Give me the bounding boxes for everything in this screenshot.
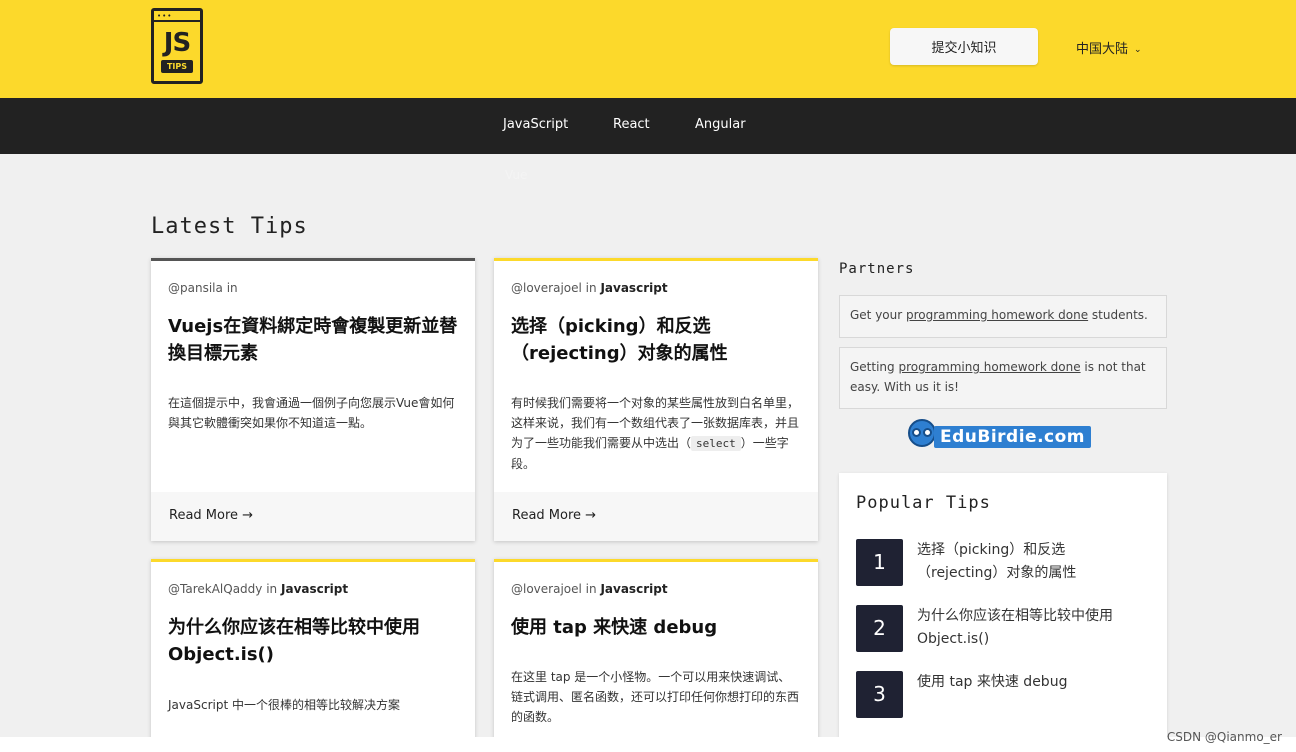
region-selector[interactable]: 中国大陆 ⌄ xyxy=(1076,38,1142,57)
popular-tips-heading: Popular Tips xyxy=(856,493,991,513)
nav-item-vue-faded: Vue xyxy=(505,168,528,182)
card-description: 在這個提示中，我會通過一個例子向您展示Vue會如何與其它軟體衝突如果你不知道這一… xyxy=(168,396,455,430)
main-nav: JavaScript React Angular xyxy=(0,98,1296,154)
author-handle[interactable]: @loverajoel xyxy=(511,582,582,596)
card-category[interactable]: Javascript xyxy=(600,582,667,596)
bottom-strip xyxy=(0,737,1296,752)
card-description: 在这里 tap 是一个小怪物。一个可以用来快速调试、链式调用、匿名函数，还可以打… xyxy=(511,670,800,724)
popular-tip-title[interactable]: 选择（picking）和反选（rejecting）对象的属性 xyxy=(917,539,1147,585)
popular-tip-title[interactable]: 为什么你应该在相等比较中使用 Object.is() xyxy=(917,605,1147,651)
logo-window-bar xyxy=(154,20,200,22)
logo-window-dots: ••• xyxy=(157,12,173,20)
tip-card: @loverajoel in Javascript 使用 tap 来快速 deb… xyxy=(494,559,818,737)
partner-link[interactable]: programming homework done xyxy=(906,308,1088,322)
card-footer: Read More → xyxy=(494,492,818,541)
js-tips-logo[interactable]: ••• JS TIPS xyxy=(151,8,203,84)
partners-heading: Partners xyxy=(839,261,915,277)
csdn-watermark: CSDN @Qianmo_er xyxy=(1166,730,1282,744)
nav-item-javascript[interactable]: JavaScript xyxy=(503,117,568,132)
card-description: JavaScript 中一个很棒的相等比较解决方案 xyxy=(168,698,400,712)
card-title[interactable]: 选择（picking）和反选（rejecting）对象的属性 xyxy=(511,313,801,367)
read-more-link[interactable]: Read More → xyxy=(169,508,253,523)
popular-tip-number: 2 xyxy=(856,605,903,652)
partner-link[interactable]: programming homework done xyxy=(898,360,1080,374)
nav-item-react[interactable]: React xyxy=(613,117,650,132)
read-more-link[interactable]: Read More → xyxy=(512,508,596,523)
tip-card: @pansila in Vuejs在資料綁定時會複製更新並替換目標元素 在這個提… xyxy=(151,258,475,541)
card-author: @loverajoel in Javascript xyxy=(511,582,668,596)
card-category[interactable]: Javascript xyxy=(600,281,667,295)
logo-tips-badge: TIPS xyxy=(161,60,193,73)
card-author: @pansila in xyxy=(168,281,238,295)
edubirdie-logo[interactable]: EduBirdie.com xyxy=(908,419,1098,451)
popular-tip-number: 1 xyxy=(856,539,903,586)
author-in: in xyxy=(226,281,238,295)
card-footer: Read More → xyxy=(151,492,475,541)
author-handle[interactable]: @pansila xyxy=(168,281,223,295)
partner-text: Getting xyxy=(850,360,899,374)
popular-tips-panel: Popular Tips 1 选择（picking）和反选（rejecting）… xyxy=(839,473,1167,737)
author-handle[interactable]: @loverajoel xyxy=(511,281,582,295)
region-label: 中国大陆 xyxy=(1076,42,1129,57)
partner-ad-2: Getting programming homework done is not… xyxy=(839,347,1167,409)
card-title[interactable]: 为什么你应该在相等比较中使用 Object.is() xyxy=(168,614,458,668)
tip-card: @TarekAlQaddy in Javascript 为什么你应该在相等比较中… xyxy=(151,559,475,737)
card-author: @loverajoel in Javascript xyxy=(511,281,668,295)
card-author: @TarekAlQaddy in Javascript xyxy=(168,582,348,596)
popular-tip-title[interactable]: 使用 tap 来快速 debug xyxy=(917,671,1147,694)
inline-code: select xyxy=(691,436,741,451)
author-handle[interactable]: @TarekAlQaddy xyxy=(168,582,262,596)
author-in: in xyxy=(266,582,278,596)
site-header: ••• JS TIPS 提交小知识 中国大陆 ⌄ xyxy=(0,0,1296,98)
card-category[interactable]: Javascript xyxy=(281,582,348,596)
nav-item-angular[interactable]: Angular xyxy=(695,117,746,132)
edubirdie-wordmark: EduBirdie.com xyxy=(934,426,1092,448)
chevron-down-icon: ⌄ xyxy=(1134,45,1142,55)
card-title[interactable]: Vuejs在資料綁定時會複製更新並替換目標元素 xyxy=(168,313,458,367)
author-in: in xyxy=(585,582,597,596)
owl-icon xyxy=(908,419,936,447)
logo-js-text: JS xyxy=(163,28,191,58)
tip-card: @loverajoel in Javascript 选择（picking）和反选… xyxy=(494,258,818,541)
partner-text: students. xyxy=(1088,308,1148,322)
page: ••• JS TIPS 提交小知识 中国大陆 ⌄ JavaScript React… xyxy=(0,0,1296,737)
card-description: 有时候我们需要将一个对象的某些属性放到白名单里，这样来说，我们有一个数组代表了一… xyxy=(511,393,801,474)
popular-tip-number: 3 xyxy=(856,671,903,718)
partner-text: Get your xyxy=(850,308,906,322)
latest-tips-heading: Latest Tips xyxy=(151,214,308,239)
submit-tip-button[interactable]: 提交小知识 xyxy=(890,28,1038,65)
author-in: in xyxy=(585,281,597,295)
card-title[interactable]: 使用 tap 来快速 debug xyxy=(511,614,801,641)
partner-ad-1: Get your programming homework done stude… xyxy=(839,295,1167,338)
